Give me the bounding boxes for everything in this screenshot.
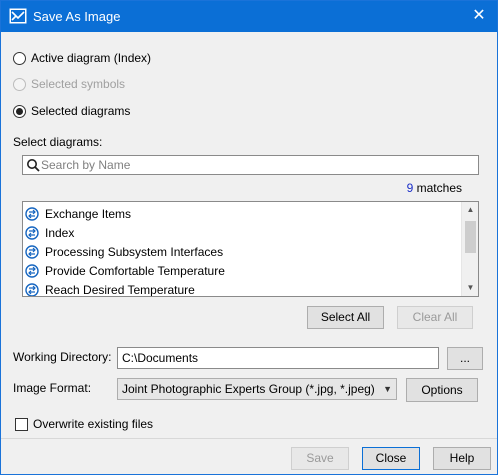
list-item[interactable]: Reach Desired Temperature [25,280,195,297]
select-all-button[interactable]: Select All [307,306,384,329]
close-window-icon[interactable]: ✕ [469,6,489,26]
list-item-label: Reach Desired Temperature [45,282,195,297]
match-count-suffix: matches [416,181,462,195]
select-diagrams-label: Select diagrams: [13,135,103,149]
diagram-icon [25,206,39,221]
active-diagram-label: Active diagram (Index) [31,51,152,65]
window-title: Save As Image [33,9,121,24]
radio-selected-diagrams[interactable] [13,104,26,118]
diagram-icon [25,244,39,259]
options-button[interactable]: Options [406,378,478,402]
list-item[interactable]: Processing Subsystem Interfaces [25,242,223,261]
clear-all-button[interactable]: Clear All [397,306,473,329]
list-scrollbar[interactable]: ▲ ▼ [461,202,478,296]
diagram-icon [25,263,39,278]
working-directory-field[interactable]: C:\Documents [117,347,439,369]
help-button[interactable]: Help [433,447,491,470]
diagram-icon [25,282,39,296]
overwrite-checkbox[interactable] [15,417,28,431]
scroll-thumb[interactable] [465,221,476,253]
radio-active-diagram[interactable] [13,51,26,65]
list-item-label: Processing Subsystem Interfaces [45,244,224,259]
match-count-number: 9 [406,181,414,195]
save-button[interactable]: Save [291,447,349,470]
overwrite-label: Overwrite existing files [33,417,154,431]
close-button[interactable]: Close [362,447,420,470]
diagram-icon [25,225,39,240]
list-item[interactable]: Provide Comfortable Temperature [25,261,225,280]
diagram-list[interactable]: Exchange Items Index Processing Subsyste… [22,201,479,297]
scroll-down-icon[interactable]: ▼ [462,280,478,296]
option-selected-diagrams[interactable]: Selected diagrams [13,102,130,120]
list-item-label: Exchange Items [45,206,132,221]
search-box[interactable] [22,155,479,175]
image-format-value: Joint Photographic Experts Group (*.jpg,… [122,382,375,396]
working-directory-label: Working Directory: [13,350,112,364]
title-bar: Save As Image ✕ [1,1,497,32]
option-active-diagram[interactable]: Active diagram (Index) [13,49,151,67]
list-item[interactable]: Exchange Items [25,204,131,223]
image-format-label: Image Format: [13,381,92,395]
save-as-image-dialog: Save As Image ✕ Active diagram (Index) S… [0,0,498,475]
search-icon [27,159,40,172]
list-item-label: Provide Comfortable Temperature [45,263,225,278]
search-input[interactable] [41,157,471,173]
radio-selected-symbols [13,77,26,91]
selected-diagrams-label: Selected diagrams [31,104,131,118]
chevron-down-icon: ▼ [383,384,392,394]
option-selected-symbols: Selected symbols [13,75,125,93]
list-item[interactable]: Index [25,223,74,242]
save-image-app-icon [9,8,27,24]
browse-button[interactable]: ... [447,347,483,370]
scroll-up-icon[interactable]: ▲ [462,202,478,218]
footer-separator [1,438,497,439]
match-count: 9 matches [407,181,462,195]
list-item-label: Index [45,225,75,240]
selected-symbols-label: Selected symbols [31,77,126,91]
overwrite-option[interactable]: Overwrite existing files [15,417,153,431]
image-format-select[interactable]: Joint Photographic Experts Group (*.jpg,… [117,378,397,400]
